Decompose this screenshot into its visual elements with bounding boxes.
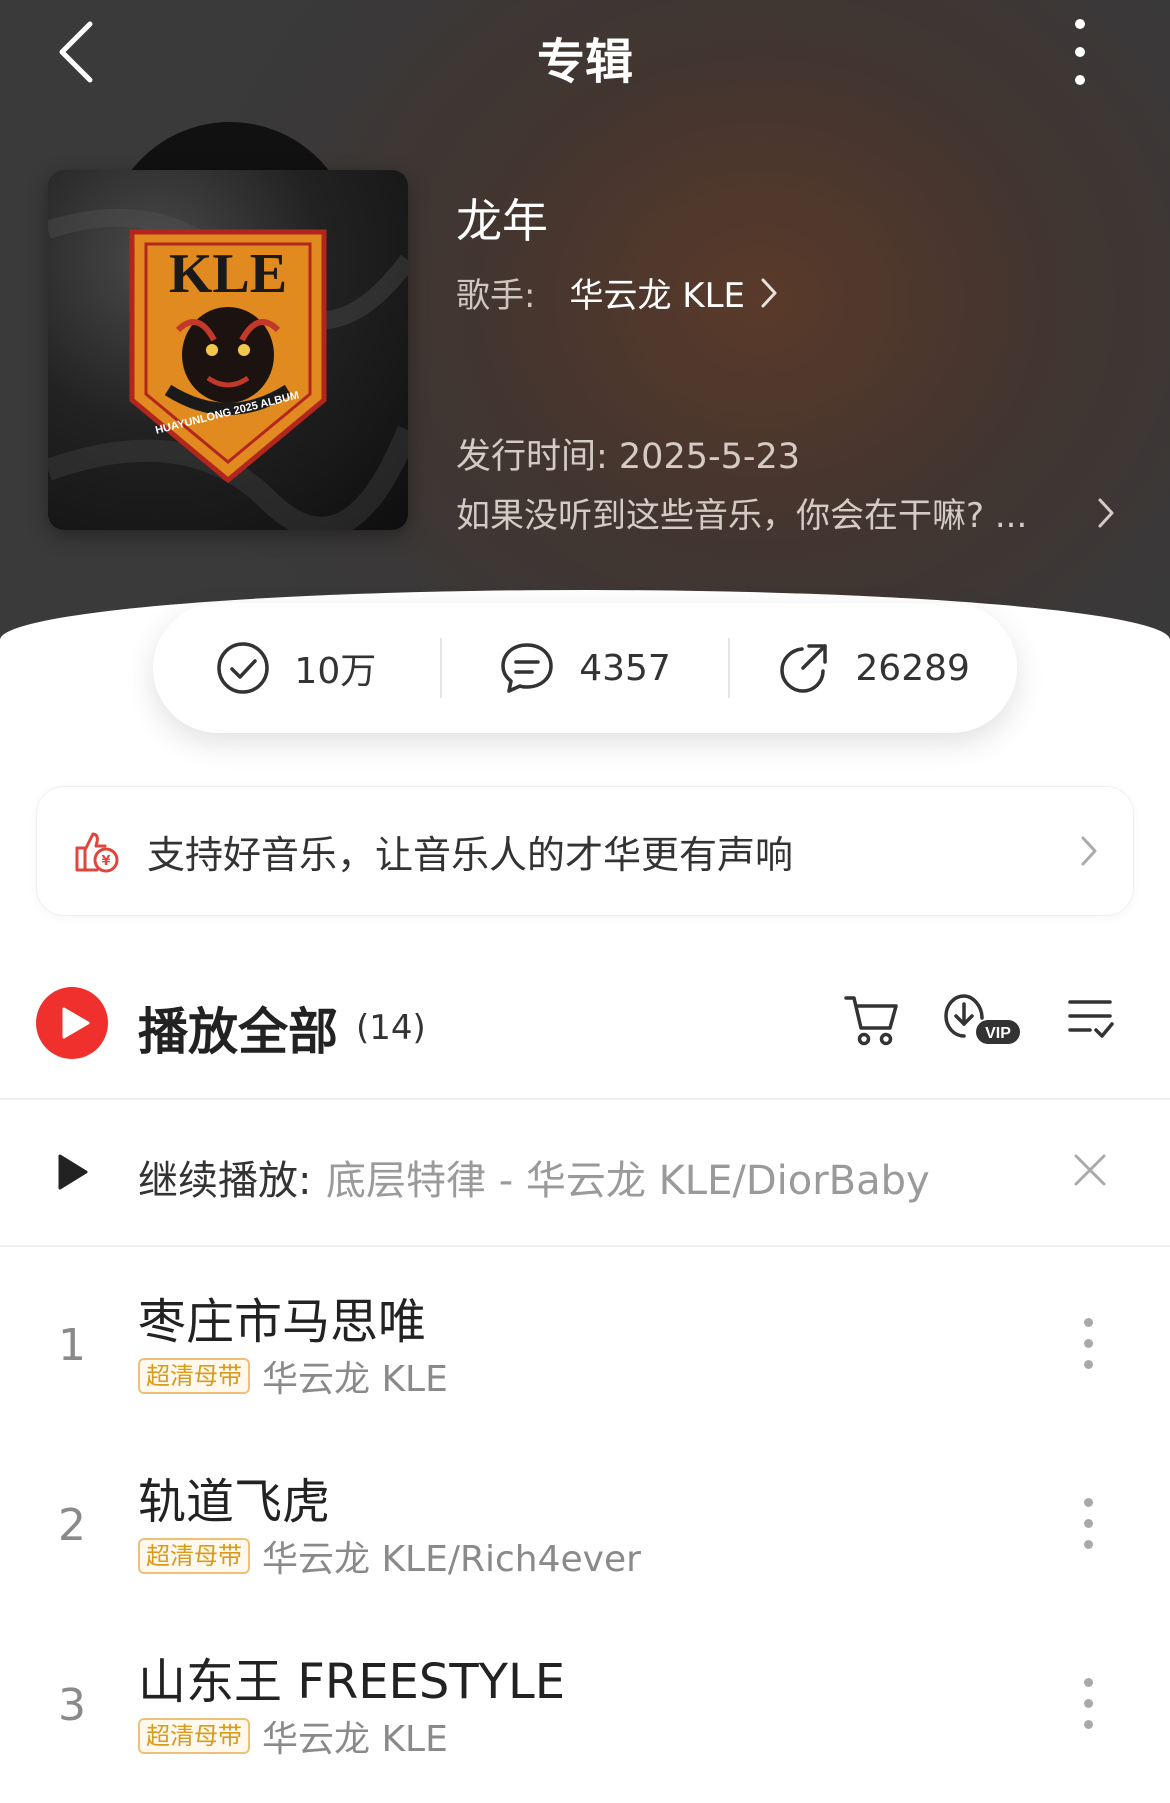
track-count: (14) (356, 1008, 426, 1048)
share-icon (780, 644, 828, 693)
more-icon-dot (1084, 1720, 1093, 1729)
track-number: 2 (58, 1500, 86, 1551)
singer-link[interactable]: 华云龙 KLE (569, 268, 745, 317)
continue-playing-row[interactable]: 继续播放: 底层特律 - 华云龙 KLE/DiorBaby (0, 1100, 1170, 1246)
track-meta: 超清母带 华云龙 KLE/Rich4ever (138, 1530, 641, 1582)
top-bar: 专辑 (0, 0, 1170, 105)
more-icon (1084, 1498, 1093, 1507)
more-icon-dot (1084, 1360, 1093, 1369)
track-title: 轨道飞虎 (138, 1474, 331, 1530)
collect-count: 10万 (294, 651, 377, 692)
track-artist: 华云龙 KLE (262, 1359, 448, 1400)
download-vip-button[interactable]: VIP (942, 992, 1024, 1052)
multi-select-button[interactable] (1066, 994, 1116, 1048)
quality-badge: 超清母带 (138, 1358, 250, 1394)
play-all-button[interactable] (36, 987, 108, 1059)
continue-track: 底层特律 - 华云龙 KLE/DiorBaby (326, 1158, 930, 1204)
play-icon (58, 1154, 88, 1190)
chevron-right-icon (761, 278, 777, 307)
more-icon-dot (1084, 1699, 1093, 1708)
cart-icon (844, 996, 898, 1046)
cart-button[interactable] (842, 992, 902, 1052)
multi-select-icon (1068, 1000, 1114, 1038)
track-more-button[interactable] (1076, 1674, 1102, 1734)
track-title: 枣庄市马思唯 (138, 1294, 427, 1350)
stats-bar: 10万 4357 26289 (153, 603, 1017, 733)
share-button[interactable]: 26289 (728, 638, 1017, 698)
close-icon[interactable] (1072, 1152, 1108, 1188)
singer-label: 歌手: (456, 276, 536, 316)
more-icon-dot (1084, 1540, 1093, 1549)
divider (0, 1245, 1170, 1247)
play-all-row: 播放全部 (14) VIP (0, 970, 1170, 1100)
more-icon (1084, 1678, 1093, 1687)
support-banner[interactable]: ¥ 支持好音乐，让音乐人的才华更有声响 (36, 786, 1134, 916)
collect-button[interactable]: 10万 (153, 638, 440, 698)
track-meta: 超清母带 华云龙 KLE (138, 1710, 448, 1762)
more-icon (1075, 19, 1085, 29)
page-title: 专辑 (536, 34, 633, 90)
share-count: 26289 (855, 647, 970, 689)
more-icon (1084, 1318, 1093, 1327)
chevron-right-icon (1098, 498, 1114, 527)
track-artist: 华云龙 KLE/Rich4ever (262, 1539, 641, 1580)
check-circle-icon (217, 642, 270, 694)
singer-row[interactable]: 歌手: 华云龙 KLE (456, 268, 779, 317)
track-number: 3 (58, 1680, 86, 1731)
track-artist: 华云龙 KLE (262, 1719, 448, 1760)
album-description-text: 如果没听到这些音乐，你会在干嘛? ... (456, 496, 1028, 536)
more-icon-dot (1084, 1339, 1093, 1348)
track-title: 山东王 FREESTYLE (138, 1654, 566, 1710)
track-row[interactable]: 3 山东王 FREESTYLE 超清母带 华云龙 KLE (0, 1642, 1170, 1802)
svg-text:VIP: VIP (985, 1025, 1011, 1042)
more-button[interactable] (1055, 14, 1105, 90)
more-icon-dot (1075, 75, 1085, 85)
comment-button[interactable]: 4357 (439, 638, 729, 698)
track-number: 1 (58, 1320, 86, 1371)
play-icon (62, 1007, 90, 1039)
continue-label: 继续播放: (138, 1158, 312, 1204)
quality-badge: 超清母带 (138, 1538, 250, 1574)
thumbs-up-coin-icon: ¥ (75, 832, 119, 873)
album-description[interactable]: 如果没听到这些音乐，你会在干嘛? ... (456, 488, 1116, 537)
track-row[interactable]: 2 轨道飞虎 超清母带 华云龙 KLE/Rich4ever (0, 1462, 1170, 1622)
album-name: 龙年 (456, 194, 548, 248)
support-text: 支持好音乐，让音乐人的才华更有声响 (147, 832, 794, 877)
comment-icon (501, 643, 553, 693)
svg-text:¥: ¥ (101, 854, 110, 869)
download-vip-icon: VIP (944, 994, 1020, 1044)
play-all-label[interactable]: 播放全部 (138, 992, 338, 1064)
track-meta: 超清母带 华云龙 KLE (138, 1350, 448, 1402)
comment-count: 4357 (579, 647, 671, 689)
chevron-right-icon (1081, 836, 1097, 866)
album-cover-art: KLE HUAYUNLONG 2025 ALBUM (48, 208, 408, 530)
release-date: 发行时间: 2025-5-23 (456, 437, 801, 477)
more-icon-dot (1075, 47, 1085, 57)
track-more-button[interactable] (1076, 1494, 1102, 1554)
album-cover[interactable]: KLE HUAYUNLONG 2025 ALBUM (48, 170, 408, 530)
quality-badge: 超清母带 (138, 1718, 250, 1754)
more-icon-dot (1084, 1519, 1093, 1528)
track-row[interactable]: 1 枣庄市马思唯 超清母带 华云龙 KLE (0, 1282, 1170, 1442)
track-more-button[interactable] (1076, 1314, 1102, 1374)
cover-lettering: KLE (169, 243, 287, 305)
